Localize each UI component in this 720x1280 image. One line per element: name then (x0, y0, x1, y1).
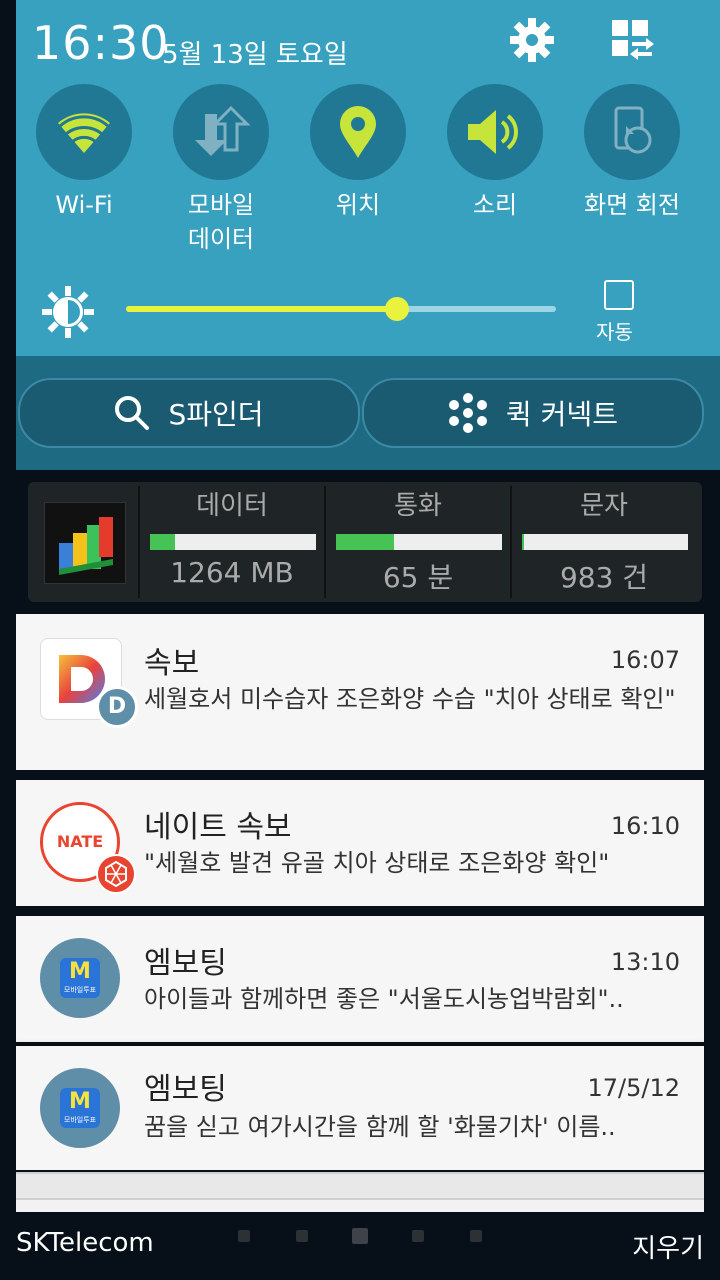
nate-logo-text: NATE (56, 832, 104, 851)
usage-call: 통화 65 분 (324, 486, 510, 598)
toggle-sound[interactable]: 소리 (447, 84, 543, 222)
clear-button[interactable]: 지우기 (632, 1228, 704, 1265)
wifi-toggle-circle (36, 84, 132, 180)
usage-sms-label: 문자 (580, 491, 628, 521)
location-toggle-circle (310, 84, 406, 180)
status-time: 16:30 (32, 16, 170, 70)
mvoting-logo-letter: M (69, 1089, 91, 1114)
sound-label: 소리 (472, 191, 518, 219)
search-icon (115, 396, 150, 430)
stacked-notification-edge[interactable] (16, 1198, 704, 1212)
sfinder-button[interactable]: S파인더 (18, 378, 360, 448)
notification-body: 세월호서 미수습자 조은화양 수습 "치아 상태로 확인" (144, 685, 676, 713)
page-indicator-dot-active (352, 1228, 368, 1244)
brightness-icon (40, 284, 96, 340)
wifi-icon (58, 113, 110, 153)
usage-app-icon (44, 502, 126, 584)
notification-time: 17/5/12 (587, 1074, 680, 1102)
usage-call-label: 통화 (394, 491, 442, 521)
notification-title: 속보 (144, 646, 200, 681)
notification-card[interactable]: M 모바일투표 엠보팅 17/5/12 꿈을 싣고 여가시간을 함께 할 '화물… (16, 1046, 704, 1170)
page-indicator-dot (296, 1230, 308, 1242)
rotate-label: 화면 회전 (584, 191, 680, 219)
usage-sms-bar-fill (522, 534, 524, 550)
auto-brightness-label: 자동 (596, 320, 633, 344)
notification-body: 아이들과 함께하면 좋은 "서울도시농업박람회".. (144, 985, 624, 1013)
usage-call-bar (336, 534, 502, 550)
rotate-toggle-circle (584, 84, 680, 180)
carrier-label: SKTelecom (16, 1228, 154, 1258)
quick-connect-icon (449, 393, 488, 433)
notification-time: 13:10 (610, 948, 680, 976)
notification-title: 엠보팅 (144, 1072, 227, 1107)
usage-data-label: 데이터 (196, 491, 268, 521)
mvoting-app-icon: M 모바일투표 (40, 1068, 120, 1148)
daum-badge-letter: D (107, 694, 127, 719)
quick-connect-label: 퀵 커넥트 (506, 398, 618, 431)
notification-time: 16:07 (610, 646, 680, 674)
mvoting-logo-sub: 모바일투표 (63, 1116, 97, 1124)
daum-badge-icon: D (96, 686, 138, 728)
quick-connect-button[interactable]: 퀵 커넥트 (362, 378, 704, 448)
mvoting-app-icon: M 모바일투표 (40, 938, 120, 1018)
toggle-rotation[interactable]: 화면 회전 (584, 84, 680, 222)
brightness-slider-thumb[interactable] (384, 297, 409, 321)
sound-icon (468, 110, 518, 154)
notification-title: 네이트 속보 (144, 810, 292, 845)
sound-toggle-circle (447, 84, 543, 180)
notification-card[interactable]: M 모바일투표 엠보팅 13:10 아이들과 함께하면 좋은 "서울도시농업박람… (16, 916, 704, 1042)
mobile-data-label: 모바일 데이터 (187, 191, 255, 253)
brightness-slider[interactable] (126, 297, 556, 321)
toggle-mobile-data[interactable]: 모바일 데이터 (173, 84, 269, 256)
notification-card[interactable]: NATE 네이트 속보 16:10 "세월호 발견 유골 치아 상태로 조은화양… (16, 780, 704, 906)
page-indicator-dot (238, 1230, 250, 1242)
usage-data-value: 1264 MB (170, 556, 294, 589)
usage-data-bar-fill (150, 534, 175, 550)
status-date: 5월 13일 토요일 (162, 40, 348, 70)
notification-body: "세월호 발견 유골 치아 상태로 조은화양 확인" (144, 849, 610, 877)
mobile-data-icon (195, 106, 251, 156)
notification-time: 16:10 (610, 812, 680, 840)
nate-badge-icon (96, 854, 136, 894)
location-label: 위치 (335, 191, 381, 219)
usage-call-bar-fill (336, 534, 395, 550)
usage-sms-bar (522, 534, 688, 550)
sfinder-label: S파인더 (168, 398, 264, 431)
brightness-slider-fill (126, 306, 397, 312)
mvoting-logo-sub: 모바일투표 (63, 986, 97, 994)
rotate-icon (614, 106, 652, 154)
notification-title: 엠보팅 (144, 946, 227, 981)
page-indicator-dot (470, 1230, 482, 1242)
mobile-data-toggle-circle (173, 84, 269, 180)
toggle-location[interactable]: 위치 (310, 84, 406, 222)
auto-brightness-checkbox[interactable] (604, 280, 634, 310)
page-indicator-dot (412, 1230, 424, 1242)
usage-sms-value: 983 건 (559, 561, 649, 594)
edit-toggles-icon[interactable] (608, 16, 656, 64)
usage-data-bar (150, 534, 316, 550)
usage-call-value: 65 분 (382, 561, 454, 594)
mvoting-logo-letter: M (69, 959, 91, 984)
usage-widget[interactable]: 데이터 1264 MB 통화 65 분 문자 983 건 (28, 482, 702, 602)
toggle-wifi[interactable]: Wi-Fi (36, 84, 132, 222)
usage-sms: 문자 983 건 (510, 486, 696, 598)
location-icon (340, 106, 376, 158)
settings-icon[interactable] (508, 16, 556, 64)
stacked-notification-edge[interactable] (16, 1172, 704, 1198)
notification-body: 꿈을 싣고 여가시간을 함께 할 '화물기차' 이름.. (144, 1113, 616, 1141)
notification-card[interactable]: D 속보 16:07 세월호서 미수습자 조은화양 수습 "치아 상태로 확인" (16, 614, 704, 770)
wifi-label: Wi-Fi (55, 191, 113, 219)
usage-data: 데이터 1264 MB (138, 486, 324, 598)
